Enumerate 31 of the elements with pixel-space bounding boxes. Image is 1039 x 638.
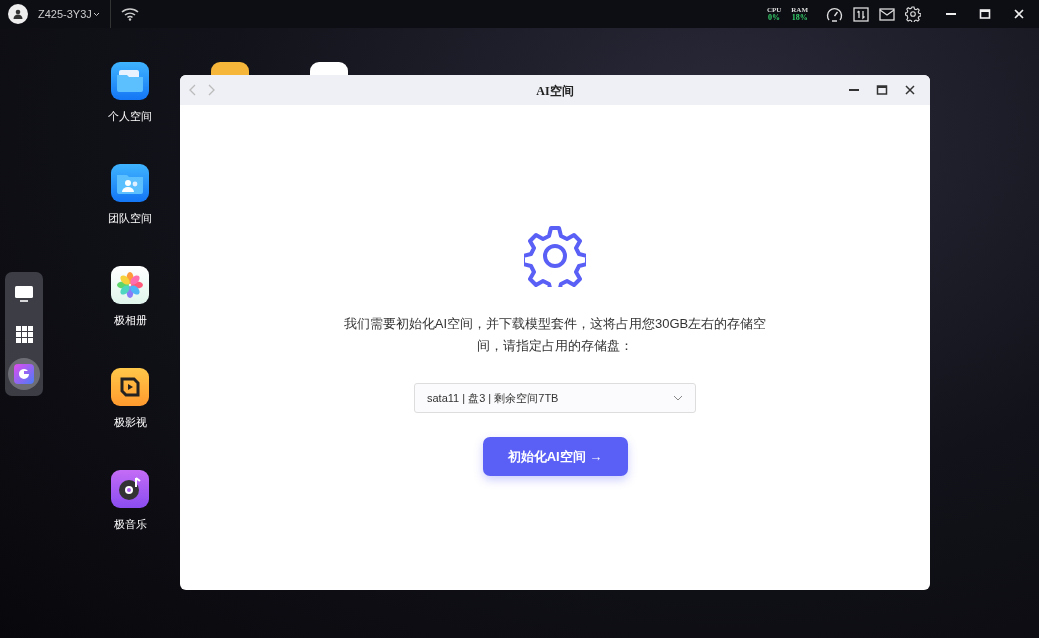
account-avatar[interactable] <box>8 4 28 24</box>
app-label[interactable]: 极相册 <box>113 312 147 329</box>
maximize-icon[interactable] <box>876 84 888 96</box>
stat-value: 0% <box>768 13 781 22</box>
gear-icon <box>524 225 586 287</box>
init-message: 我们需要初始化AI空间，并下载模型套件，这将占用您30GB左右的存储空间，请指定占用的存储盘： <box>342 315 768 355</box>
initialize-button[interactable]: 初始化AI空间 → <box>482 437 628 476</box>
stat-value: 18% <box>791 13 808 22</box>
app-label[interactable]: 团队空间 <box>108 210 152 227</box>
ai-app-icon[interactable] <box>8 358 40 390</box>
settings-icon[interactable] <box>905 6 921 22</box>
gauge-icon[interactable] <box>826 6 843 22</box>
mail-icon[interactable] <box>879 7 895 21</box>
app-label[interactable]: 个人空间 <box>108 108 152 125</box>
device-name[interactable]: Z425-3Y3J <box>38 5 92 23</box>
window-title: AI空间 <box>536 84 574 98</box>
disk-select[interactable]: sata11 | 盘3 | 剩余空间7TB <box>414 383 696 413</box>
app-label[interactable]: 极音乐 <box>113 516 147 533</box>
app-label[interactable]: 极影视 <box>113 414 147 431</box>
chevron-down-icon[interactable] <box>92 11 100 17</box>
app-icon[interactable] <box>211 62 249 75</box>
flower-icon[interactable] <box>111 266 149 304</box>
team-folder-icon[interactable] <box>111 164 149 202</box>
chevron-down-icon <box>673 395 683 401</box>
folder-icon[interactable] <box>111 62 149 100</box>
transfer-icon[interactable] <box>853 6 869 22</box>
play-icon[interactable] <box>111 368 149 406</box>
disk-select-value: sata11 | 盘3 | 剩余空间7TB <box>427 390 559 406</box>
wifi-icon[interactable] <box>120 7 139 21</box>
close-icon[interactable] <box>904 84 916 96</box>
app-icon[interactable] <box>310 62 348 75</box>
